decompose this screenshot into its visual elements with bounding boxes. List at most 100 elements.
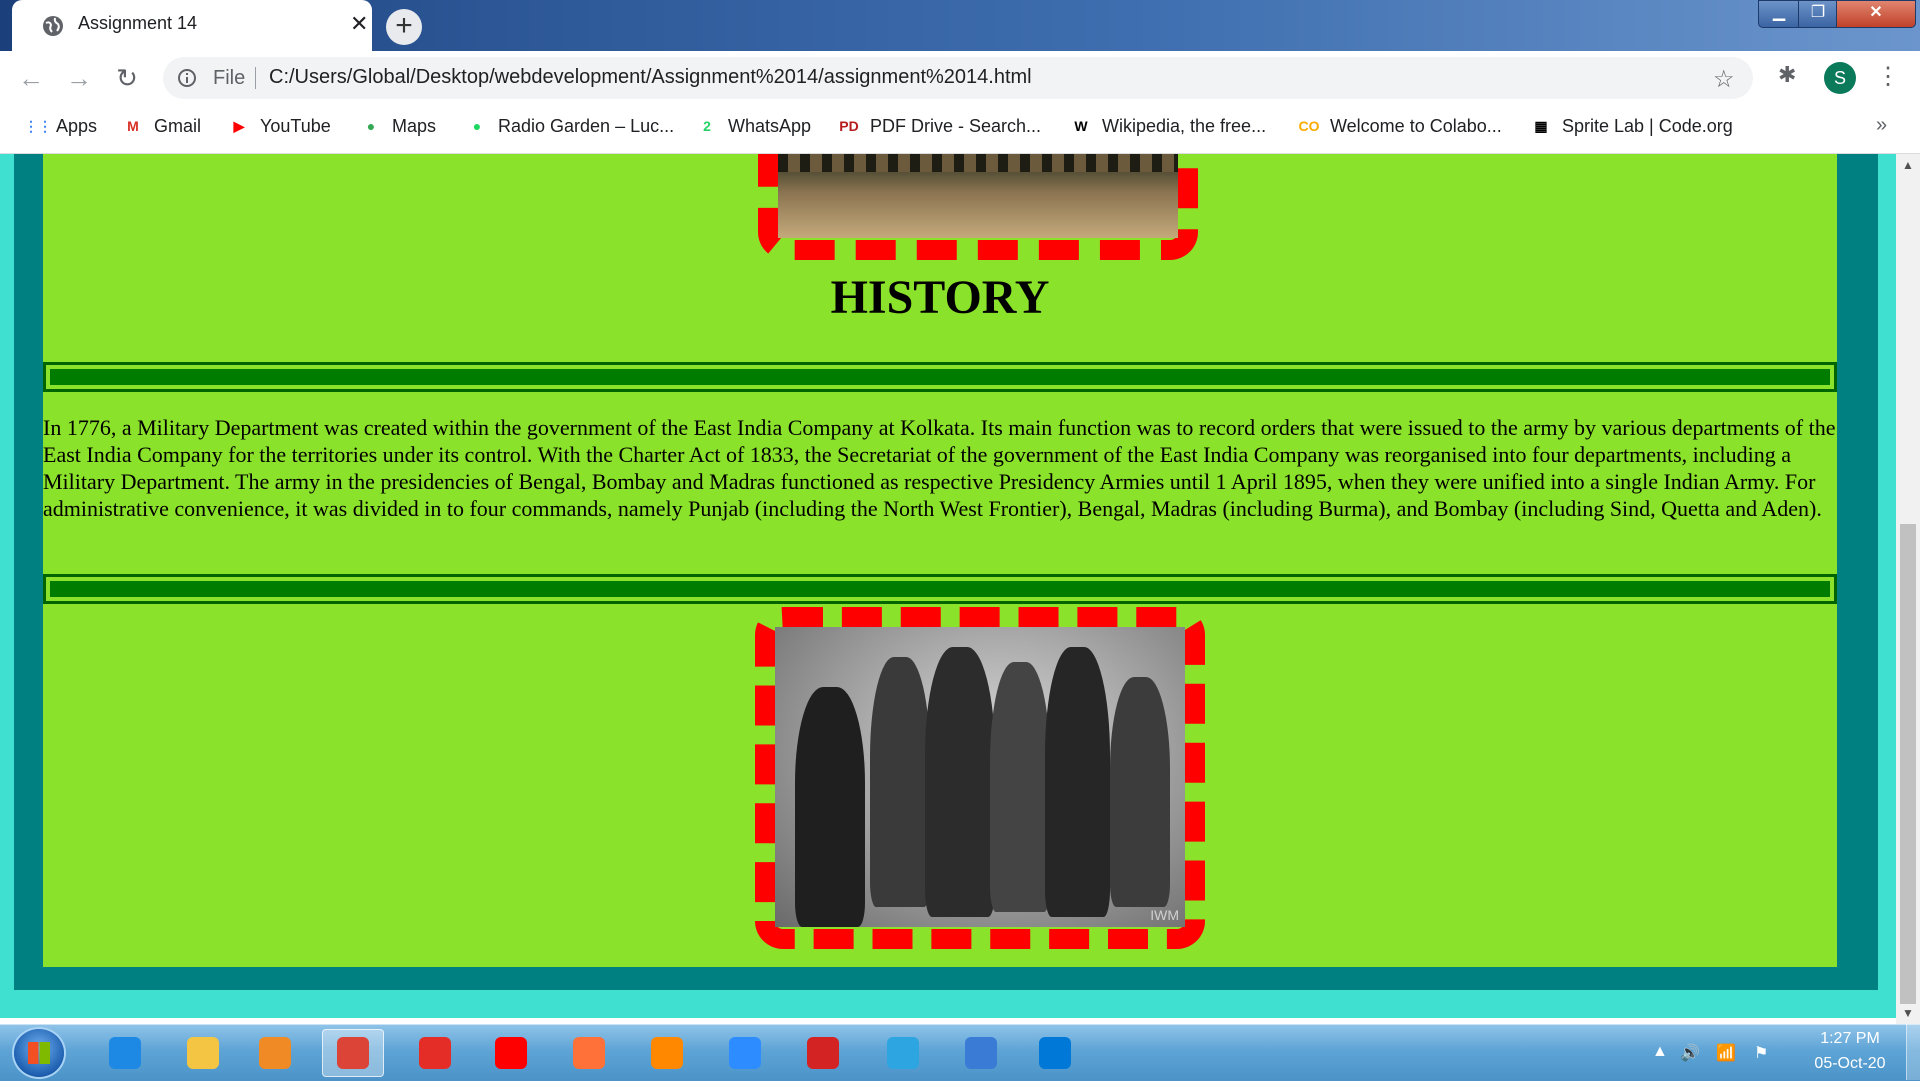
bookmark-label: Sprite Lab | Code.org [1562, 115, 1733, 136]
more-bookmarks-icon[interactable]: » [1876, 114, 1887, 137]
bookmark-label: Maps [392, 115, 437, 136]
page-body: HISTORY In 1776, a Military Department w… [43, 154, 1837, 967]
action-center-flag-icon[interactable]: ⚑ [1754, 1043, 1768, 1063]
bookmark-code-org[interactable]: ▦ Sprite Lab | Code.org [1530, 115, 1733, 143]
scroll-down-arrow-icon[interactable]: ▼ [1896, 1006, 1920, 1020]
taskbar-button-firefox[interactable] [558, 1029, 620, 1077]
page-heading: HISTORY [830, 271, 1050, 324]
vlc-icon [651, 1037, 683, 1069]
bookmark-pdf-drive[interactable]: PD PDF Drive - Search... [838, 115, 1041, 143]
photo-figure [795, 687, 865, 927]
remote-desktop-icon [965, 1037, 997, 1069]
minimize-button[interactable]: ▁ [1758, 0, 1800, 28]
start-button[interactable] [14, 1029, 64, 1077]
telegram-icon [887, 1037, 919, 1069]
browser-toolbar: ← → ↻ File C:/Users/Global/Desktop/webde… [0, 51, 1920, 105]
address-separator [255, 67, 256, 89]
taskbar-button-chrome[interactable] [322, 1029, 384, 1077]
bookmark-gmail[interactable]: M Gmail [122, 115, 201, 143]
wikipedia-icon: W [1074, 118, 1088, 135]
soldier-row [778, 154, 1178, 172]
taskbar-button-zoom[interactable] [714, 1029, 776, 1077]
bookmark-apps-grid[interactable]: ⋮⋮ Apps [24, 115, 97, 143]
info-icon[interactable] [177, 68, 197, 88]
scrollbar-thumb[interactable] [1900, 524, 1916, 1004]
bookmark-star-icon[interactable]: ☆ [1713, 65, 1735, 94]
zoom-icon [729, 1037, 761, 1069]
network-icon[interactable]: 📶 [1716, 1043, 1736, 1063]
taskbar-button-remote-desktop[interactable] [950, 1029, 1012, 1077]
colab-icon: CO [1298, 118, 1320, 135]
tab-close-icon[interactable]: ✕ [350, 11, 368, 37]
bookmark-whatsapp[interactable]: 2 WhatsApp [696, 115, 811, 143]
photo-figure [870, 657, 930, 907]
tab-title: Assignment 14 [78, 13, 198, 33]
title-bar: Assignment 14 ✕ + ▁ ❐ ✕ [0, 0, 1920, 51]
bookmark-label: PDF Drive - Search... [870, 115, 1042, 136]
reload-icon[interactable]: ↻ [110, 61, 144, 95]
url-text[interactable]: C:/Users/Global/Desktop/webdevelopment/A… [269, 66, 1032, 89]
tray-expand-icon[interactable]: ▲ [1652, 1043, 1668, 1061]
volume-icon[interactable]: 🔊 [1680, 1043, 1700, 1063]
taskbar-button-acrobat[interactable] [792, 1029, 854, 1077]
pdf-drive-icon: PD [839, 118, 859, 135]
taskbar-button-vscode[interactable] [1024, 1029, 1086, 1077]
taskbar-button-telegram[interactable] [872, 1029, 934, 1077]
photo-figure [1110, 677, 1170, 907]
photo-figure [925, 647, 995, 917]
history-paragraph: In 1776, a Military Department was creat… [43, 415, 1836, 521]
maps-pin-icon: ● [366, 118, 376, 135]
close-window-button[interactable]: ✕ [1836, 0, 1916, 28]
indian-soldiers-photo: IWM [775, 627, 1185, 927]
taskbar-button-file-explorer[interactable] [172, 1029, 234, 1077]
taskbar-button-media-player[interactable] [244, 1029, 306, 1077]
taskbar-button-internet-explorer[interactable] [94, 1029, 156, 1077]
bookmark-maps-pin[interactable]: ● Maps [360, 115, 436, 143]
scroll-up-arrow-icon[interactable]: ▲ [1896, 158, 1920, 172]
bookmarks-bar: ⋮⋮ Apps M Gmail ▶ YouTube ● Maps ● Radio Garden –… [0, 105, 1920, 154]
windows-taskbar: ▲ 🔊 📶 ⚑ [0, 1024, 1920, 1081]
bookmark-radio-garden[interactable]: ● Radio Garden – Luc... [466, 115, 674, 143]
acrobat-icon [807, 1037, 839, 1069]
new-tab-button[interactable]: + [386, 9, 422, 45]
extensions-puzzle-icon[interactable]: ✱ [1778, 62, 1796, 88]
bookmark-label: Gmail [154, 115, 202, 136]
internet-explorer-icon [109, 1037, 141, 1069]
system-tray: ▲ 🔊 📶 ⚑ [1636, 1025, 1820, 1081]
bookmark-colab[interactable]: CO Welcome to Colabo... [1298, 115, 1502, 143]
taskbar-button-vlc[interactable] [636, 1029, 698, 1077]
clock-time[interactable]: 1:27 PM [1800, 1030, 1900, 1048]
indian-soldiers-photo-frame: IWM [755, 607, 1205, 949]
photo-figure [990, 662, 1050, 912]
address-bar[interactable]: File C:/Users/Global/Desktop/webdevelopm… [163, 57, 1753, 99]
file-explorer-icon [187, 1037, 219, 1069]
youtube-app-icon [419, 1037, 451, 1069]
vscode-icon [1039, 1037, 1071, 1069]
apps-grid-icon: ⋮⋮ [24, 118, 52, 135]
back-arrow-icon[interactable]: ← [14, 61, 48, 95]
show-desktop-button[interactable] [1906, 1024, 1920, 1080]
clock-date[interactable]: 05-Oct-20 [1800, 1055, 1900, 1073]
bookmark-wikipedia[interactable]: W Wikipedia, the free... [1070, 115, 1266, 143]
windows-logo-icon [28, 1042, 50, 1064]
bookmark-label: Welcome to Colabo... [1330, 115, 1502, 136]
bookmark-label: Radio Garden – Luc... [498, 115, 675, 136]
bookmark-label: Apps [56, 115, 98, 136]
browser-tab[interactable]: Assignment 14 ✕ [12, 0, 372, 51]
page-viewport: HISTORY In 1776, a Military Department w… [0, 154, 1896, 1024]
vertical-scrollbar[interactable]: ▲ ▼ [1896, 154, 1920, 1024]
taskbar-button-youtube-app[interactable] [404, 1029, 466, 1077]
window-controls: ▁ ❐ ✕ [1758, 0, 1916, 28]
menu-dots-icon[interactable]: ⋮ [1876, 60, 1900, 94]
bookmark-youtube[interactable]: ▶ YouTube [228, 115, 331, 143]
youtube-music-icon [495, 1037, 527, 1069]
photo-figure [1045, 647, 1110, 917]
maximize-button[interactable]: ❐ [1798, 0, 1838, 28]
gmail-icon: M [127, 118, 139, 135]
profile-avatar[interactable]: S [1824, 62, 1856, 94]
forward-arrow-icon[interactable]: → [62, 61, 96, 95]
youtube-icon: ▶ [233, 118, 245, 135]
taskbar-button-youtube-music[interactable] [480, 1029, 542, 1077]
army-parade-image [778, 154, 1178, 238]
media-player-icon [259, 1037, 291, 1069]
